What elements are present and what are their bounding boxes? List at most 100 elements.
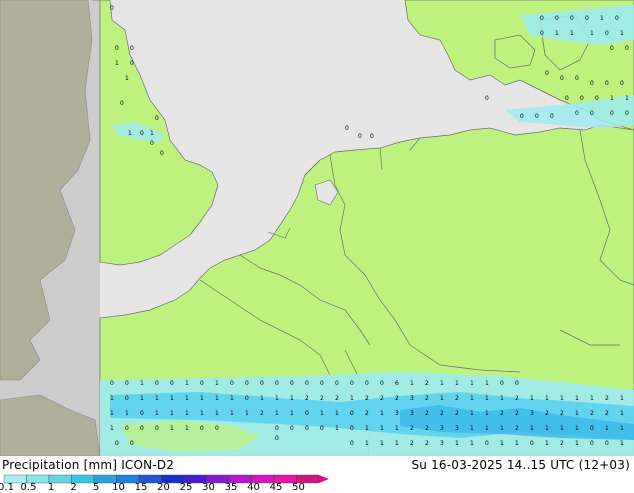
svg-text:2: 2 (590, 410, 594, 417)
svg-text:0: 0 (590, 110, 594, 117)
svg-text:1: 1 (455, 380, 459, 387)
svg-text:2: 2 (515, 395, 519, 402)
svg-text:0: 0 (115, 440, 119, 447)
svg-text:1: 1 (215, 395, 219, 402)
svg-text:2: 2 (425, 440, 429, 447)
legend-tick-label: 15 (134, 482, 148, 493)
svg-text:2: 2 (260, 410, 264, 417)
svg-text:0: 0 (560, 75, 564, 82)
svg-text:3: 3 (410, 410, 414, 417)
svg-text:0: 0 (485, 440, 489, 447)
svg-text:1: 1 (260, 395, 264, 402)
svg-text:2: 2 (410, 440, 414, 447)
svg-text:1: 1 (575, 410, 579, 417)
svg-text:1: 1 (380, 410, 384, 417)
svg-text:0: 0 (550, 113, 554, 120)
svg-text:1: 1 (575, 395, 579, 402)
svg-text:0: 0 (350, 380, 354, 387)
svg-text:2: 2 (560, 410, 564, 417)
svg-text:2: 2 (515, 410, 519, 417)
svg-text:3: 3 (530, 410, 534, 417)
svg-text:1: 1 (410, 380, 414, 387)
svg-text:1: 1 (500, 440, 504, 447)
svg-text:1: 1 (395, 425, 399, 432)
svg-text:0: 0 (520, 113, 524, 120)
svg-text:1: 1 (140, 395, 144, 402)
svg-text:0: 0 (110, 380, 114, 387)
svg-text:1: 1 (185, 395, 189, 402)
svg-text:0: 0 (260, 380, 264, 387)
legend-tick-label: 30 (202, 482, 215, 493)
svg-text:2: 2 (320, 395, 324, 402)
svg-text:1: 1 (170, 425, 174, 432)
svg-text:1: 1 (620, 440, 624, 447)
svg-text:2: 2 (605, 410, 609, 417)
svg-text:2: 2 (440, 410, 444, 417)
svg-text:1: 1 (200, 410, 204, 417)
svg-text:0: 0 (155, 115, 159, 122)
model-label: ICON-D2 (121, 458, 175, 472)
svg-text:1: 1 (380, 425, 384, 432)
svg-text:1: 1 (605, 425, 609, 432)
svg-text:0: 0 (595, 95, 599, 102)
svg-text:0: 0 (575, 75, 579, 82)
svg-text:1: 1 (170, 410, 174, 417)
svg-text:0: 0 (530, 440, 534, 447)
svg-text:0: 0 (160, 150, 164, 157)
svg-text:0: 0 (585, 15, 589, 22)
svg-text:2: 2 (395, 395, 399, 402)
svg-text:0: 0 (125, 380, 129, 387)
svg-text:0: 0 (140, 410, 144, 417)
svg-text:1: 1 (110, 425, 114, 432)
svg-text:0: 0 (130, 60, 134, 67)
svg-text:1: 1 (485, 380, 489, 387)
svg-text:0: 0 (555, 15, 559, 22)
svg-text:1: 1 (590, 395, 594, 402)
svg-text:0: 0 (275, 435, 279, 442)
legend-arrow (319, 475, 329, 483)
svg-text:1: 1 (545, 395, 549, 402)
svg-text:0: 0 (110, 5, 114, 12)
svg-text:1: 1 (500, 395, 504, 402)
svg-text:1: 1 (230, 410, 234, 417)
svg-text:1: 1 (320, 410, 324, 417)
svg-text:1: 1 (230, 395, 234, 402)
legend-tick-label: 0.1 (0, 482, 14, 493)
legend-tick-label: 45 (269, 482, 283, 493)
svg-text:0: 0 (358, 133, 362, 140)
svg-text:1: 1 (200, 395, 204, 402)
svg-text:0: 0 (565, 95, 569, 102)
valid-time: Su 16-03-2025 14..15 UTC (12+03) (411, 458, 630, 472)
svg-text:1: 1 (335, 410, 339, 417)
svg-text:1: 1 (115, 60, 119, 67)
svg-text:1: 1 (125, 75, 129, 82)
svg-text:1: 1 (610, 95, 614, 102)
svg-text:0: 0 (215, 425, 219, 432)
svg-text:1: 1 (155, 410, 159, 417)
svg-text:1: 1 (155, 395, 159, 402)
svg-text:0: 0 (200, 425, 204, 432)
svg-text:0: 0 (605, 440, 609, 447)
svg-text:1: 1 (365, 425, 369, 432)
svg-text:1: 1 (185, 410, 189, 417)
svg-text:1: 1 (620, 30, 624, 37)
color-legend: 0.1 0.5 1 2 5 10 15 20 25 30 35 40 45 50 (0, 474, 340, 493)
svg-text:1: 1 (290, 395, 294, 402)
svg-text:1: 1 (185, 425, 189, 432)
svg-text:2: 2 (455, 395, 459, 402)
svg-text:2: 2 (335, 395, 339, 402)
svg-text:0: 0 (615, 15, 619, 22)
svg-text:0: 0 (580, 95, 584, 102)
svg-text:2: 2 (410, 425, 414, 432)
svg-text:0: 0 (155, 425, 159, 432)
svg-text:1: 1 (500, 425, 504, 432)
svg-text:0: 0 (320, 380, 324, 387)
svg-text:1: 1 (170, 395, 174, 402)
svg-text:0: 0 (575, 110, 579, 117)
svg-text:1: 1 (125, 410, 129, 417)
svg-text:1: 1 (560, 395, 564, 402)
precipitation-map: 0010010100000000000612111100 10111111101… (0, 0, 634, 456)
svg-text:0: 0 (540, 15, 544, 22)
svg-text:2: 2 (605, 395, 609, 402)
svg-text:1: 1 (365, 440, 369, 447)
